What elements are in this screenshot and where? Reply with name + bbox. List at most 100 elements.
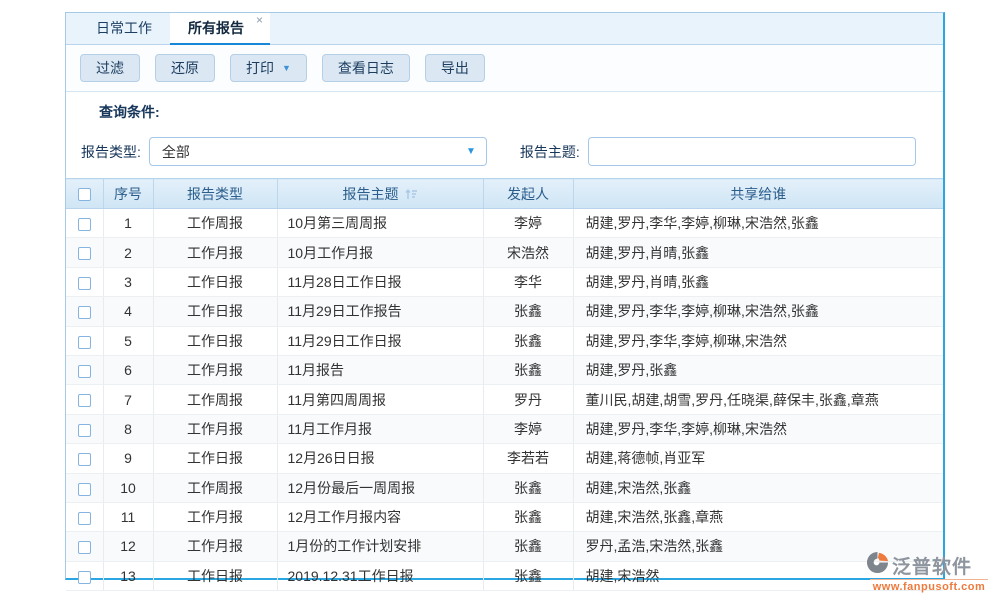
filter-button[interactable]: 过滤 (80, 54, 140, 82)
reports-table: 序号 报告类型 报告主题 发起人 共享给谁 1工作周报10月第三周周报李婷胡建,… (66, 178, 943, 591)
initiator-link[interactable]: 李婷 (483, 209, 573, 238)
row-checkbox-cell (66, 532, 103, 561)
toolbar: 过滤 还原 打印 ▼ 查看日志 导出 (66, 45, 943, 92)
vendor-watermark: 泛普软件 www.fanpusoft.com (866, 551, 998, 593)
row-checkbox[interactable] (78, 483, 91, 496)
initiator-link[interactable]: 罗丹 (483, 385, 573, 414)
shared-with: 胡建,宋浩然,张鑫,章燕 (573, 502, 943, 531)
row-number: 4 (103, 297, 153, 326)
table-body: 1工作周报10月第三周周报李婷胡建,罗丹,李华,李婷,柳琳,宋浩然,张鑫2工作月… (66, 209, 943, 591)
row-checkbox-cell (66, 473, 103, 502)
row-checkbox[interactable] (78, 277, 91, 290)
row-number: 11 (103, 502, 153, 531)
row-checkbox-cell (66, 209, 103, 238)
initiator-link[interactable]: 张鑫 (483, 532, 573, 561)
table-row: 9工作日报12月26日日报李若若胡建,蒋德帧,肖亚军 (66, 444, 943, 473)
export-button[interactable]: 导出 (425, 54, 485, 82)
shared-with: 胡建,宋浩然,张鑫 (573, 473, 943, 502)
report-subject-link[interactable]: 11月报告 (277, 355, 483, 384)
row-number: 6 (103, 355, 153, 384)
row-checkbox[interactable] (78, 394, 91, 407)
report-type: 工作月报 (153, 355, 277, 384)
tab-close-icon[interactable]: × (256, 14, 263, 26)
initiator-link[interactable]: 张鑫 (483, 561, 573, 590)
table-header-row: 序号 报告类型 报告主题 发起人 共享给谁 (66, 179, 943, 209)
column-header-no[interactable]: 序号 (103, 179, 153, 209)
report-subject-link[interactable]: 11月工作月报 (277, 414, 483, 443)
initiator-link[interactable]: 李华 (483, 267, 573, 296)
report-subject-label: 报告主题: (520, 142, 580, 162)
row-checkbox[interactable] (78, 336, 91, 349)
report-subject-input[interactable] (588, 137, 916, 166)
report-subject-link[interactable]: 1月份的工作计划安排 (277, 532, 483, 561)
column-header-initiator[interactable]: 发起人 (483, 179, 573, 209)
row-checkbox[interactable] (78, 247, 91, 260)
shared-with: 胡建,蒋德帧,肖亚军 (573, 444, 943, 473)
report-type: 工作日报 (153, 444, 277, 473)
table-row: 13工作日报2019.12.31工作日报张鑫胡建,宋浩然 (66, 561, 943, 590)
report-type: 工作月报 (153, 502, 277, 531)
initiator-link[interactable]: 李若若 (483, 444, 573, 473)
row-checkbox[interactable] (78, 218, 91, 231)
row-number: 1 (103, 209, 153, 238)
report-subject-link[interactable]: 11月28日工作日报 (277, 267, 483, 296)
row-checkbox-cell (66, 355, 103, 384)
initiator-link[interactable]: 张鑫 (483, 297, 573, 326)
initiator-link[interactable]: 张鑫 (483, 326, 573, 355)
all-reports-panel: 日常工作 所有报告 × 过滤 还原 打印 ▼ 查看日志 导出 查询条件: 报告类… (65, 12, 945, 580)
report-type: 工作日报 (153, 267, 277, 296)
row-checkbox[interactable] (78, 424, 91, 437)
row-number: 12 (103, 532, 153, 561)
report-subject-link[interactable]: 11月29日工作报告 (277, 297, 483, 326)
initiator-link[interactable]: 张鑫 (483, 502, 573, 531)
column-header-type[interactable]: 报告类型 (153, 179, 277, 209)
row-number: 2 (103, 238, 153, 267)
report-type-select[interactable]: 全部 ▼ (149, 137, 487, 166)
row-checkbox[interactable] (78, 453, 91, 466)
column-header-subject-label: 报告主题 (343, 186, 399, 202)
report-type: 工作周报 (153, 385, 277, 414)
initiator-link[interactable]: 张鑫 (483, 355, 573, 384)
query-title: 查询条件: (99, 102, 943, 122)
table-row: 12工作月报1月份的工作计划安排张鑫罗丹,孟浩,宋浩然,张鑫 (66, 532, 943, 561)
report-subject-link[interactable]: 12月26日日报 (277, 444, 483, 473)
initiator-link[interactable]: 宋浩然 (483, 238, 573, 267)
report-type: 工作周报 (153, 209, 277, 238)
query-section: 查询条件: 报告类型: 全部 ▼ 报告主题: (66, 92, 943, 166)
report-type: 工作日报 (153, 561, 277, 590)
tab-daily-work[interactable]: 日常工作 (78, 13, 170, 44)
report-subject-link[interactable]: 11月第四周周报 (277, 385, 483, 414)
report-subject-link[interactable]: 11月29日工作日报 (277, 326, 483, 355)
row-checkbox-cell (66, 502, 103, 531)
sort-ascending-icon[interactable] (405, 187, 418, 203)
initiator-link[interactable]: 张鑫 (483, 473, 573, 502)
initiator-link[interactable]: 李婷 (483, 414, 573, 443)
table-row: 5工作日报11月29日工作日报张鑫胡建,罗丹,李华,李婷,柳琳,宋浩然 (66, 326, 943, 355)
table-row: 8工作月报11月工作月报李婷胡建,罗丹,李华,李婷,柳琳,宋浩然 (66, 414, 943, 443)
report-subject-link[interactable]: 2019.12.31工作日报 (277, 561, 483, 590)
row-checkbox[interactable] (78, 541, 91, 554)
report-subject-link[interactable]: 12月份最后一周周报 (277, 473, 483, 502)
view-log-button[interactable]: 查看日志 (322, 54, 410, 82)
row-number: 13 (103, 561, 153, 590)
column-header-shared[interactable]: 共享给谁 (573, 179, 943, 209)
row-checkbox-cell (66, 267, 103, 296)
shared-with: 胡建,罗丹,李华,李婷,柳琳,宋浩然 (573, 414, 943, 443)
report-type: 工作周报 (153, 473, 277, 502)
restore-button[interactable]: 还原 (155, 54, 215, 82)
vendor-brand-text: 泛普软件 (892, 552, 972, 579)
report-subject-link[interactable]: 10月工作月报 (277, 238, 483, 267)
row-number: 8 (103, 414, 153, 443)
select-all-checkbox[interactable] (78, 188, 91, 201)
shared-with: 胡建,罗丹,李华,李婷,柳琳,宋浩然,张鑫 (573, 209, 943, 238)
row-checkbox[interactable] (78, 365, 91, 378)
row-checkbox-cell (66, 414, 103, 443)
row-checkbox[interactable] (78, 571, 91, 584)
tab-all-reports[interactable]: 所有报告 × (170, 13, 270, 45)
report-subject-link[interactable]: 12月工作月报内容 (277, 502, 483, 531)
print-button[interactable]: 打印 ▼ (230, 54, 307, 82)
column-header-subject[interactable]: 报告主题 (277, 179, 483, 209)
report-subject-link[interactable]: 10月第三周周报 (277, 209, 483, 238)
row-checkbox[interactable] (78, 512, 91, 525)
row-checkbox[interactable] (78, 306, 91, 319)
